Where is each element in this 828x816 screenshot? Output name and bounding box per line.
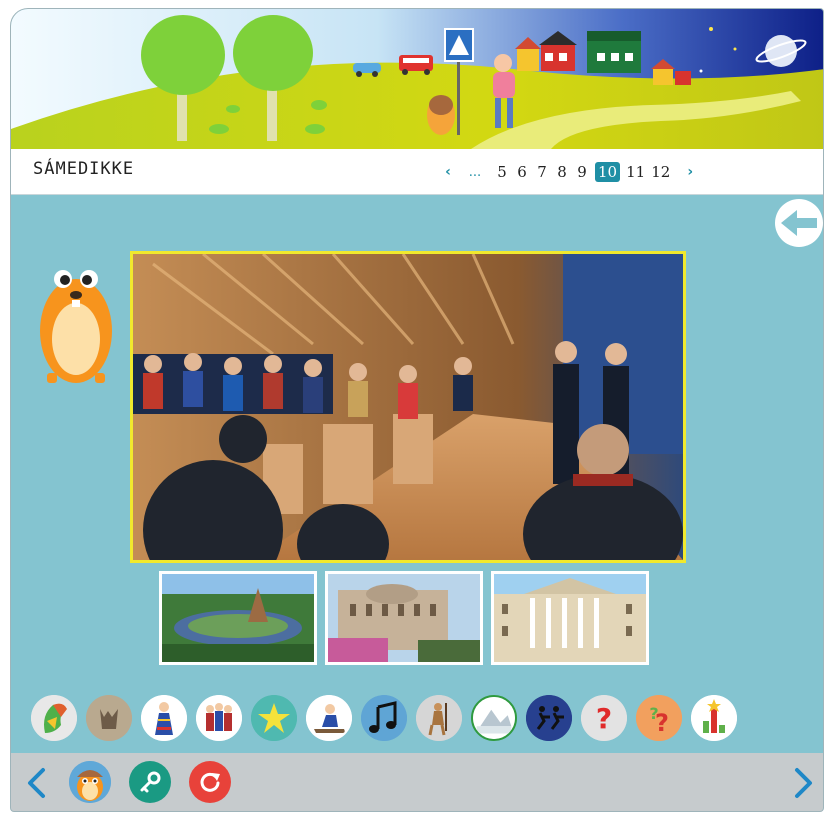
arrow-left-icon (781, 210, 817, 236)
sami-people-icon[interactable] (196, 695, 242, 741)
mascot-home-button[interactable] (69, 761, 111, 803)
pagination-ellipsis: ... (468, 164, 482, 180)
thumbnail-royal-palace[interactable] (491, 571, 649, 665)
music-note-icon[interactable] (361, 695, 407, 741)
chevron-left-icon (28, 768, 45, 798)
reindeer-icon[interactable] (86, 695, 132, 741)
thumbnail-storting-building[interactable] (325, 571, 483, 665)
landscape-icon[interactable] (471, 695, 517, 741)
pagination-prev-button[interactable]: ‹ (441, 164, 455, 180)
svg-text:?: ? (596, 702, 612, 735)
bottom-navigation-bar (11, 753, 823, 811)
page-link-12[interactable]: 12 (651, 163, 670, 181)
reload-icon (200, 772, 220, 792)
sami-costume-icon[interactable] (141, 695, 187, 741)
pagination-next-button[interactable]: › (683, 164, 697, 180)
page-link-6[interactable]: 6 (515, 163, 529, 181)
key-button[interactable] (129, 761, 171, 803)
previous-page-button[interactable] (23, 767, 53, 799)
page-link-7[interactable]: 7 (535, 163, 549, 181)
page-link-10-current[interactable]: 10 (595, 162, 621, 182)
title-bar: SÁMEDIKKE ‹ ... 5 6 7 8 9 10 11 12 › (11, 149, 823, 195)
map-icon[interactable] (31, 695, 77, 741)
thumbnail-sami-parliament-building[interactable] (159, 571, 317, 665)
pagination: ‹ ... 5 6 7 8 9 10 11 12 › (431, 159, 707, 185)
app-frame: SÁMEDIKKE ‹ ... 5 6 7 8 9 10 11 12 › ? ?… (10, 8, 824, 812)
main-photo-sami-parliament-opening (130, 251, 686, 563)
running-figures-icon[interactable] (526, 695, 572, 741)
mascot-icon (69, 761, 111, 803)
star-icon[interactable] (251, 695, 297, 741)
svg-text:?: ? (655, 709, 669, 737)
page-title: SÁMEDIKKE (33, 159, 135, 179)
chevron-right-icon (795, 768, 812, 798)
page-link-8[interactable]: 8 (555, 163, 569, 181)
category-icon-row: ? ?? (31, 695, 746, 741)
back-button[interactable] (775, 199, 823, 247)
reindeer-sled-icon[interactable] (306, 695, 352, 741)
question-mark-icon[interactable]: ? (581, 695, 627, 741)
reload-button[interactable] (189, 761, 231, 803)
header-banner-illustration (11, 9, 823, 149)
page-link-5[interactable]: 5 (495, 163, 509, 181)
key-icon (140, 771, 161, 793)
page-link-11[interactable]: 11 (626, 163, 645, 181)
results-icon[interactable] (691, 695, 737, 741)
quiz-icon[interactable]: ?? (636, 695, 682, 741)
page-link-9[interactable]: 9 (575, 163, 589, 181)
next-page-button[interactable] (787, 767, 817, 799)
hunter-icon[interactable] (416, 695, 462, 741)
beaver-mascot-image (39, 255, 113, 389)
